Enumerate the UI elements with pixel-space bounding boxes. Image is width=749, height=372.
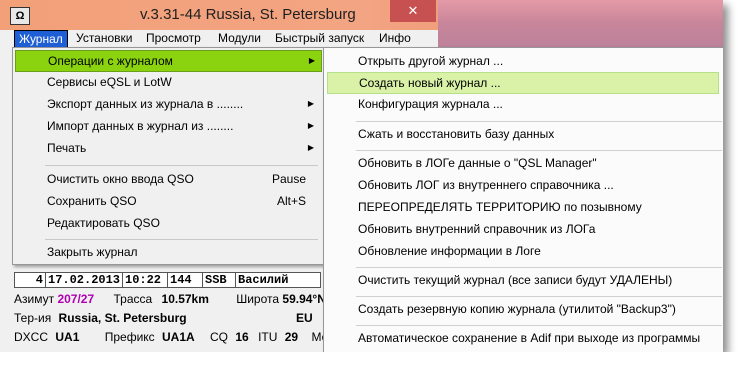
menu-item-update-qsl-manager[interactable]: Обновить в ЛОГе данные о "QSL Manager" [327,153,717,173]
route-value: 10.57km [161,292,209,306]
territory-label: Тер-ия [14,311,52,325]
menu-settings[interactable]: Установки [72,30,136,46]
dxcc-line: DXCC UA1 Префикс UA1A CQ 16 ITU 29 Моя О [14,328,347,346]
menu-item-clear-log[interactable]: Очистить текущий журнал (все записи буду… [327,270,717,290]
log-name: Василий [238,273,289,287]
menu-separator [356,325,722,326]
menu-item-log-config[interactable]: Конфигурация журнала ... [327,94,717,114]
cq-label: CQ [210,330,229,344]
log-time: 10:22 [123,273,168,287]
dxcc-label: DXCC [14,330,49,344]
azimuth-line: Азимут 207/27 Трасса 10.57km Широта 59.9… [14,290,326,308]
submenu-arrow-icon: ▶ [307,143,314,152]
menu-item-edit-qso[interactable]: Редактировать QSO [15,213,320,233]
territory-line: Тер-ия Russia, St. Petersburg EU [14,309,313,327]
window-title: v.3.31-44 Russia, St. Petersburg [140,6,356,23]
menu-item-update-ref-from-log[interactable]: Обновить внутренний справочник из ЛОГа [327,219,717,239]
shortcut-label: Pause [271,172,306,186]
cq-value: 16 [235,330,249,344]
menu-item-create-new-log[interactable]: Создать новый журнал ... [327,72,719,94]
lat-label: Широта [236,292,280,306]
menu-separator [356,150,722,151]
menu-info[interactable]: Инфо [375,30,415,46]
menu-item-save-qso[interactable]: Сохранить QSO Alt+S [15,191,320,211]
menu-separator [356,121,722,122]
menu-item-backup[interactable]: Создать резервную копию журнала (утилито… [327,299,717,319]
menu-item-autosave-adif[interactable]: Автоматическое сохранение в Adif при вых… [327,328,717,348]
menu-item-close-log[interactable]: Закрыть журнал [15,242,320,262]
menu-item-update-log-from-ref[interactable]: Обновить ЛОГ из внутреннего справочника … [327,175,717,195]
submenu-arrow-icon: ▶ [308,56,315,65]
menu-item-compress-db[interactable]: Сжать и восстановить базу данных [327,124,717,144]
itu-label: ITU [258,330,278,344]
menu-view[interactable]: Просмотр [142,30,205,46]
continent-value: EU [296,311,313,325]
torn-edge [0,352,749,372]
itu-value: 29 [284,330,299,344]
prefix-label: Префикс [104,330,155,344]
submenu-arrow-icon: ▶ [307,121,314,130]
azimuth-value: 207/27 [57,292,95,306]
territory-value: Russia, St. Petersburg [58,311,187,325]
app-window: Ω v.3.31-44 Russia, St. Petersburg ✕ Жур… [0,0,723,352]
log-row[interactable]: 4 17.02.2013 10:22 144 SSB Василий [14,272,321,288]
menu-item-clear-qso[interactable]: Очистить окно ввода QSO Pause [15,169,320,189]
menu-separator [45,165,318,166]
menu-item-eqsl[interactable]: Сервисы eQSL и LotW [15,72,320,92]
menu-item-export[interactable]: Экспорт данных из журнала в ........ ▶ [15,94,320,114]
close-button[interactable]: ✕ [390,0,436,22]
prefix-value: UA1A [162,330,195,344]
log-number: 4 [15,273,46,287]
app-menu-icon[interactable]: Ω [10,7,30,25]
operations-submenu: Открыть другой журнал ... Создать новый … [323,47,723,352]
journal-menu: Операции с журналом ▶ Сервисы eQSL и LotW… [12,47,325,265]
log-band: 144 [168,273,203,287]
menu-journal[interactable]: Журнал [14,30,68,48]
menu-separator [356,296,722,297]
log-date: 17.02.2013 [46,273,123,287]
route-label: Трасса [113,292,153,306]
menu-separator [356,267,722,268]
menu-item-print[interactable]: Печать ▶ [15,138,320,158]
azimuth-label: Азимут [14,292,55,306]
menu-separator [45,239,318,240]
menu-item-update-log-info[interactable]: Обновление информации в Логе [327,241,717,261]
log-mode: SSB [203,273,236,287]
menu-modules[interactable]: Модули [214,30,265,46]
menu-item-redefine-territory[interactable]: ПЕРЕОПРЕДЕЛЯТЬ ТЕРРИТОРИЮ по позывному [327,197,717,217]
submenu-arrow-icon: ▶ [307,99,314,108]
dxcc-value: UA1 [55,330,80,344]
menu-item-log-operations[interactable]: Операции с журналом ▶ [15,50,322,72]
shortcut-label: Alt+S [276,194,306,208]
menu-quick-launch[interactable]: Быстрый запуск [271,30,368,46]
menu-bar: Журнал Установки Просмотр Модули Быстрый… [0,30,438,48]
menu-item-open-other-log[interactable]: Открыть другой журнал ... [327,51,717,71]
menu-item-import[interactable]: Импорт данных в журнал из ........ ▶ [15,116,320,136]
lat-value: 59.94°N [282,292,326,306]
